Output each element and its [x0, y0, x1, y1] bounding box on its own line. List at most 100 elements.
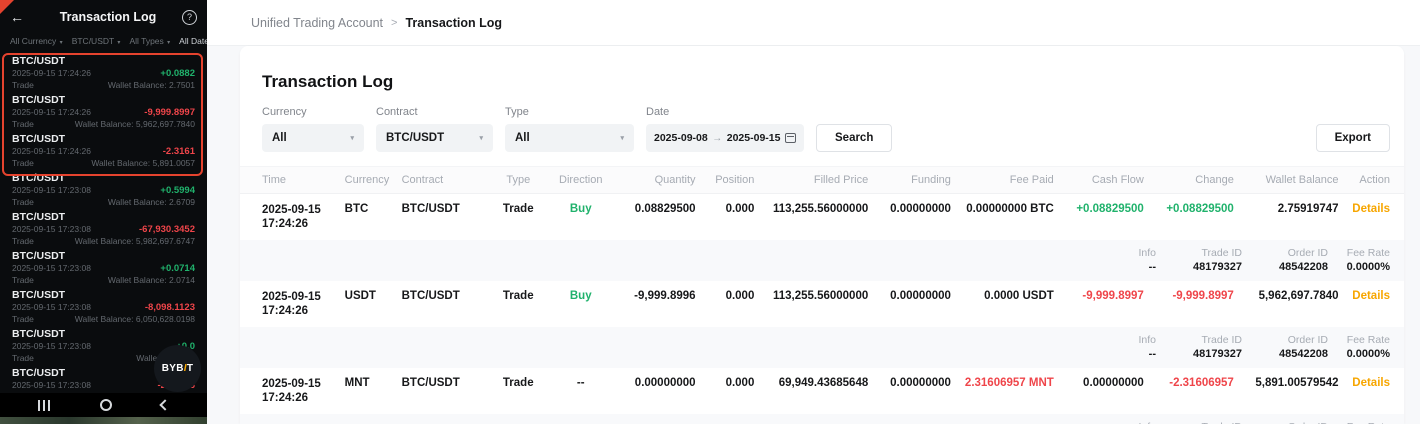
cash-flow-cell: 0.00000000 [1054, 377, 1144, 389]
position-cell: 0.000 [696, 290, 755, 302]
trade-id-label: Trade ID [1156, 246, 1242, 260]
trade-id-label: Trade ID [1156, 333, 1242, 347]
home-icon[interactable] [100, 399, 112, 411]
mobile-header: ← Transaction Log ? [0, 2, 207, 32]
entry-type: Trade [12, 158, 34, 170]
page-title: Transaction Log [240, 46, 1404, 92]
order-id-label: Order ID [1242, 420, 1328, 424]
column-header: Currency [345, 174, 402, 186]
entry-datetime: 2025-09-15 17:23:08 [12, 185, 91, 197]
contract-cell: BTC/USDT [402, 203, 487, 215]
entry-datetime: 2025-09-15 17:23:08 [12, 341, 91, 353]
entry-type: Trade [12, 275, 34, 287]
list-item[interactable]: BTC/USDT 2025-09-15 17:24:26-9,999.8997 … [0, 91, 207, 130]
currency-select[interactable]: All ▾ [262, 124, 364, 152]
screenshot-stage: ← Transaction Log ? All Currency ▾ BTC/U… [0, 0, 1420, 424]
table-row: 2025-09-1517:24:26 BTC BTC/USDT Trade Bu… [240, 194, 1404, 240]
caret-down-icon: ▾ [620, 134, 624, 142]
breadcrumb-separator: > [391, 17, 397, 29]
entry-type: Trade [12, 353, 34, 365]
time-cell: 2025-09-1517:24:26 [262, 377, 345, 405]
date-filter-group: Date 2025-09-08 → 2025-09-15 [646, 106, 804, 152]
breadcrumb-current: Transaction Log [405, 16, 502, 30]
android-back-icon[interactable] [159, 399, 170, 410]
pair-label: BTC/USDT [12, 289, 195, 302]
time-cell: 2025-09-1517:24:26 [262, 290, 345, 318]
entry-datetime: 2025-09-15 17:23:08 [12, 263, 91, 275]
details-link[interactable]: Details [1339, 203, 1390, 215]
recording-corner-marker [0, 0, 14, 14]
table-header-row: Time Currency Contract Type Direction Qu… [240, 166, 1404, 194]
pair-label: BTC/USDT [12, 328, 195, 341]
details-link[interactable]: Details [1339, 377, 1390, 389]
caret-down-icon: ▾ [350, 134, 354, 142]
info-label: Info [1094, 246, 1156, 260]
entry-datetime: 2025-09-15 17:23:08 [12, 224, 91, 236]
currency-label: Currency [262, 106, 364, 118]
filter-all-currency[interactable]: All Currency ▾ [10, 36, 63, 46]
column-header: Time [262, 174, 345, 186]
funding-cell: 0.00000000 [868, 377, 951, 389]
breadcrumb-root-link[interactable]: Unified Trading Account [251, 16, 383, 30]
pair-label: BTC/USDT [12, 211, 195, 224]
filled-price-cell: 69,949.43685648 [754, 377, 868, 389]
table-subrow: Info-- Trade ID48179327 Order ID48542208… [240, 240, 1404, 281]
direction-cell: Buy [550, 290, 611, 302]
filter-all-types[interactable]: All Types ▾ [129, 36, 170, 46]
order-id-value: 48542208 [1242, 260, 1328, 274]
entry-type: Trade [12, 314, 34, 326]
range-arrow-icon: → [712, 133, 722, 144]
entry-wallet-balance: Wallet Balance: 5,891.0057 [91, 158, 195, 170]
column-header: Filled Price [754, 174, 868, 186]
entry-amount: -67,930.3452 [139, 224, 195, 236]
type-select[interactable]: All ▾ [505, 124, 634, 152]
help-icon[interactable]: ? [182, 10, 197, 25]
contract-label: Contract [376, 106, 493, 118]
recents-icon[interactable] [38, 400, 50, 411]
trade-id-value: 48179327 [1156, 347, 1242, 361]
date-range-input[interactable]: 2025-09-08 → 2025-09-15 [646, 124, 804, 152]
type-label: Type [505, 106, 634, 118]
list-item[interactable]: BTC/USDT 2025-09-15 17:23:08+0.5994 Trad… [0, 169, 207, 208]
table-row: 2025-09-1517:24:26 USDT BTC/USDT Trade B… [240, 281, 1404, 327]
column-header: Cash Flow [1054, 174, 1144, 186]
type-cell: Trade [486, 203, 550, 215]
list-item[interactable]: BTC/USDT 2025-09-15 17:24:26-2.3161 Trad… [0, 130, 207, 169]
quantity-cell: 0.00000000 [611, 377, 696, 389]
type-filter-group: Type All ▾ [505, 106, 634, 152]
cash-flow-cell: -9,999.8997 [1054, 290, 1144, 302]
filled-price-cell: 113,255.56000000 [754, 203, 868, 215]
caret-down-icon: ▾ [117, 40, 120, 46]
column-header: Direction [550, 174, 611, 186]
table-subrow: Info-- Trade ID48179327 Order ID48542208… [240, 327, 1404, 368]
list-item[interactable]: BTC/USDT 2025-09-15 17:24:26+0.0882 Trad… [0, 52, 207, 91]
trade-id-label: Trade ID [1156, 420, 1242, 424]
contract-cell: BTC/USDT [402, 290, 487, 302]
entry-amount: +0.0714 [160, 263, 195, 275]
quantity-cell: -9,999.8996 [611, 290, 696, 302]
export-button[interactable]: Export [1316, 124, 1390, 152]
list-item[interactable]: BTC/USDT 2025-09-15 17:23:08+0.0714 Trad… [0, 247, 207, 286]
entry-type: Trade [12, 236, 34, 248]
info-label: Info [1094, 333, 1156, 347]
list-item[interactable]: BTC/USDT 2025-09-15 17:23:08 -67,930.3452… [0, 208, 207, 247]
details-link[interactable]: Details [1339, 290, 1390, 302]
fee-rate-value: 0.0000% [1328, 347, 1390, 361]
info-value: -- [1094, 347, 1156, 361]
fee-paid-cell: 0.00000000 BTC [951, 203, 1054, 215]
fee-paid-cell: 0.0000 USDT [951, 290, 1054, 302]
quantity-cell: 0.08829500 [611, 203, 696, 215]
column-header: Change [1144, 174, 1234, 186]
mobile-page-title: Transaction Log [34, 10, 182, 24]
list-item[interactable]: BTC/USDT 2025-09-15 17:23:08-8,098.1123 … [0, 286, 207, 325]
transaction-log-card: Transaction Log Currency All ▾ Contract … [240, 46, 1404, 424]
contract-select[interactable]: BTC/USDT ▾ [376, 124, 493, 152]
position-cell: 0.000 [696, 377, 755, 389]
filter-contract[interactable]: BTC/USDT ▾ [72, 36, 121, 46]
pair-label: BTC/USDT [12, 55, 195, 68]
column-header: Type [486, 174, 550, 186]
wallpaper-strip [0, 417, 207, 424]
filter-all-dates[interactable]: All Dates ▾ [179, 36, 207, 46]
search-button[interactable]: Search [816, 124, 892, 152]
caret-down-icon: ▾ [60, 40, 63, 46]
